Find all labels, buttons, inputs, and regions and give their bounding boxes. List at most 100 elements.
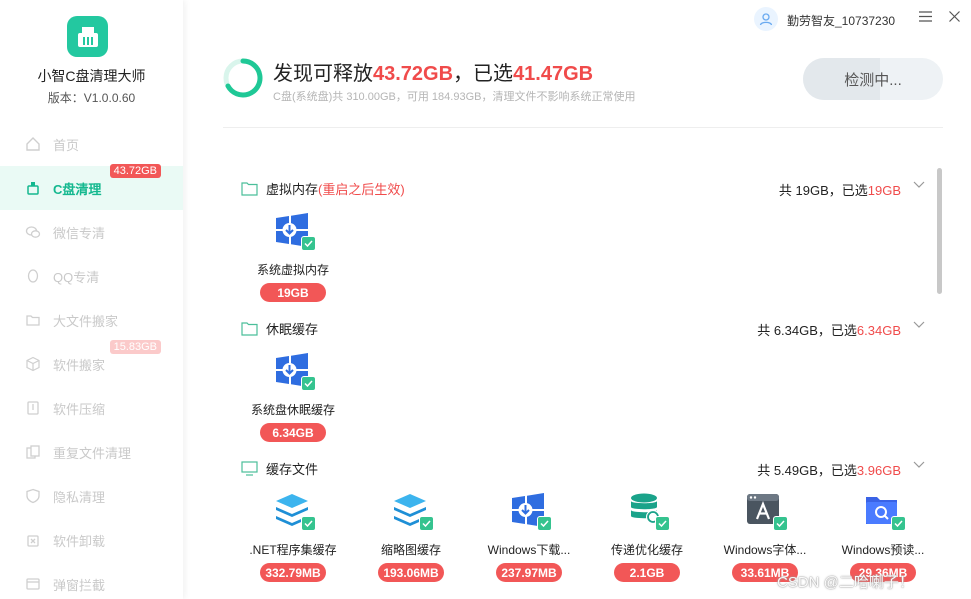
checkbox-checked[interactable]	[773, 516, 788, 531]
item-tile-windows-download[interactable]: Windows下载... 237.97MB	[474, 492, 584, 592]
scrollbar[interactable]	[937, 168, 942, 294]
headline: 发现可释放43.72GB，已选41.47GB	[273, 57, 593, 86]
app-name: 小智C盘清理大师	[37, 68, 146, 84]
folder-icon	[241, 321, 258, 336]
item-size-badge: 6.34GB	[260, 423, 326, 442]
summary-prefix: 共 19GB，已选	[778, 183, 868, 198]
nav-item-privacy-clean[interactable]: 隐私清理	[0, 474, 183, 518]
item-size-badge: 19GB	[260, 283, 326, 302]
nav-label: C盘清理	[53, 181, 102, 197]
detect-button-label: 检测中...	[844, 71, 902, 89]
checkbox-checked[interactable]	[537, 516, 552, 531]
app-version: 版本：V1.0.0.60	[47, 91, 136, 105]
item-tile-hibernation-cache[interactable]: 系统盘休眠缓存 6.34GB	[238, 352, 348, 452]
nav-label: 首页	[53, 137, 80, 153]
nav-item-big-file-move[interactable]: 大文件搬家	[0, 298, 183, 342]
chevron-down-icon[interactable]	[913, 458, 925, 474]
headline-mid: ，已选	[453, 63, 514, 85]
item-tile-dotnet-cache[interactable]: .NET程序集缓存 332.79MB	[238, 492, 348, 592]
item-label: Windows预读...	[841, 543, 925, 557]
shield-icon	[24, 487, 42, 505]
headline-prefix: 发现可释放	[273, 63, 373, 85]
close-icon[interactable]	[946, 8, 962, 24]
folder-icon	[241, 181, 258, 196]
item-label: Windows字体...	[723, 543, 807, 557]
section-title: 虚拟内存	[266, 181, 319, 197]
item-size-badge: 193.06MB	[378, 563, 444, 582]
nav-label: 软件卸载	[53, 533, 106, 549]
item-size-badge: 2.1GB	[614, 563, 680, 582]
nav-item-duplicate-clean[interactable]: 重复文件清理	[0, 430, 183, 474]
monitor-icon	[241, 460, 258, 476]
item-label: 缩略图缓存	[380, 543, 441, 557]
nav-badge: 43.72GB	[109, 164, 161, 178]
app-logo	[67, 16, 108, 57]
nav-label: 软件搬家	[53, 357, 106, 373]
item-tile-delivery-optimization[interactable]: 传递优化缓存 2.1GB	[592, 492, 702, 592]
detect-button[interactable]: 检测中...	[803, 58, 943, 100]
nav-label: 大文件搬家	[53, 313, 119, 329]
nav-label: 隐私清理	[53, 489, 106, 505]
cube-icon	[24, 355, 42, 373]
summary-prefix: 共 6.34GB，已选	[757, 323, 857, 338]
disk-summary: C盘(系统盘)共 310.00GB，可用 184.93GB，清理文件不影响系统正…	[273, 91, 636, 103]
chevron-down-icon[interactable]	[913, 178, 925, 194]
checkbox-checked[interactable]	[301, 516, 316, 531]
nav-item-uninstall[interactable]: 软件卸载	[0, 518, 183, 562]
qq-icon	[24, 267, 42, 285]
header-divider	[223, 127, 943, 128]
app-window: 小智C盘清理大师 版本：V1.0.0.60 首页 C盘清理 43.72GB 微信…	[0, 0, 971, 599]
nav-badge: 15.83GB	[109, 340, 161, 354]
uninstall-icon	[24, 531, 42, 549]
avatar[interactable]	[754, 7, 778, 31]
section-cache-files: 缓存文件 共 5.49GB，已选3.96GB	[241, 458, 931, 478]
item-size-badge: 237.97MB	[496, 563, 562, 582]
checkbox-checked[interactable]	[655, 516, 670, 531]
releasable-size: 43.72GB	[373, 63, 454, 85]
checkbox-checked[interactable]	[301, 236, 316, 251]
item-label: Windows下载...	[487, 543, 571, 557]
folder-move-icon	[24, 311, 42, 329]
nav-label: 软件压缩	[53, 401, 106, 417]
section-summary: 共 6.34GB，已选6.34GB	[757, 320, 901, 339]
summary-selected: 19GB	[867, 183, 901, 198]
checkbox-checked[interactable]	[419, 516, 434, 531]
item-label: 系统盘休眠缓存	[250, 403, 335, 417]
duplicate-icon	[24, 443, 42, 461]
popup-block-icon	[24, 575, 42, 593]
nav-label: 弹窗拦截	[53, 577, 106, 593]
item-size-badge: 332.79MB	[260, 563, 326, 582]
item-tile-system-virtual-memory[interactable]: 系统虚拟内存 19GB	[238, 212, 348, 312]
section-title: 休眠缓存	[266, 321, 319, 337]
section-virtual-memory: 虚拟内存 (重启之后生效) 共 19GB，已选19GB	[241, 178, 931, 198]
item-label: 系统虚拟内存	[256, 263, 329, 277]
nav-item-wechat[interactable]: 微信专清	[0, 210, 183, 254]
section-title: 缓存文件	[266, 461, 319, 477]
menu-icon[interactable]	[917, 8, 933, 24]
section-hibernation-cache: 休眠缓存 共 6.34GB，已选6.34GB	[241, 318, 931, 338]
checkbox-checked[interactable]	[301, 376, 316, 391]
summary-selected: 6.34GB	[856, 323, 901, 338]
item-tile-thumbnail-cache[interactable]: 缩略图缓存 193.06MB	[356, 492, 466, 592]
user-name[interactable]: 勤劳智友_10737230	[787, 12, 895, 29]
nav-item-c-clean[interactable]: C盘清理 43.72GB	[0, 164, 183, 210]
checkbox-checked[interactable]	[891, 516, 906, 531]
nav-item-popup-block[interactable]: 弹窗拦截	[0, 562, 183, 599]
nav-label: 重复文件清理	[53, 445, 132, 461]
sidebar: 小智C盘清理大师 版本：V1.0.0.60 首页 C盘清理 43.72GB 微信…	[0, 0, 183, 599]
section-summary: 共 19GB，已选19GB	[779, 180, 901, 199]
nav-item-home[interactable]: 首页	[0, 122, 183, 166]
summary-selected: 3.96GB	[856, 463, 901, 478]
watermark: CSDN @二哈喇子！	[777, 574, 914, 591]
nav-label: QQ专清	[53, 269, 100, 285]
chevron-down-icon[interactable]	[913, 318, 925, 334]
selected-size: 41.47GB	[513, 63, 594, 85]
broom-icon	[24, 179, 42, 197]
nav-item-software-compress[interactable]: 软件压缩	[0, 386, 183, 430]
nav-item-qq[interactable]: QQ专清	[0, 254, 183, 298]
summary-prefix: 共 5.49GB，已选	[757, 463, 857, 478]
item-label: 传递优化缓存	[610, 543, 683, 557]
nav-item-software-move[interactable]: 软件搬家 15.83GB	[0, 340, 183, 386]
scan-progress-ring-icon	[223, 58, 263, 98]
section-summary: 共 5.49GB，已选3.96GB	[757, 460, 901, 479]
